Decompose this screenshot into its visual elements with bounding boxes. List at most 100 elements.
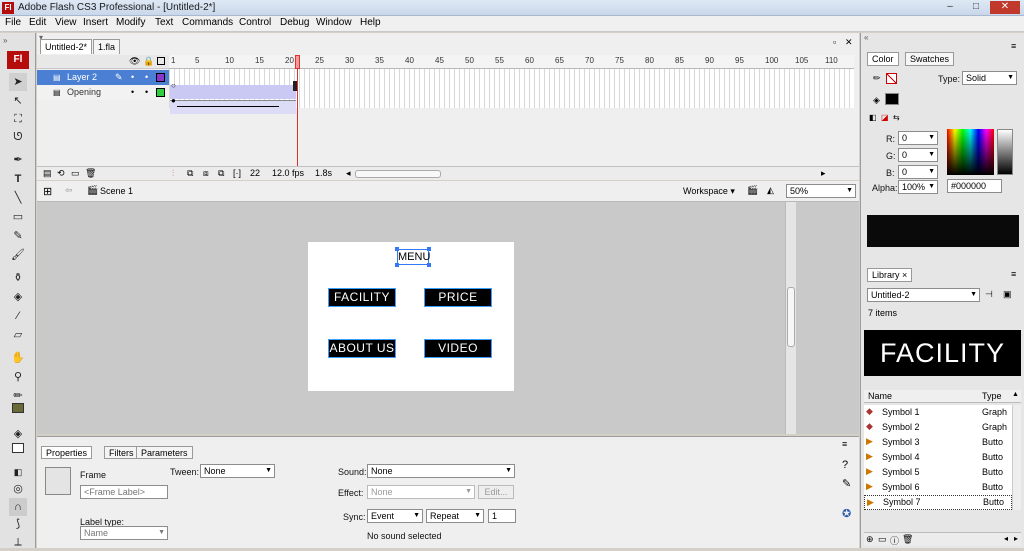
zoom-tool-icon[interactable]: ⚲	[9, 368, 27, 386]
about-us-button[interactable]: ABOUT US	[328, 339, 396, 358]
edit-scene-icon[interactable]: 🎬	[747, 185, 758, 196]
scroll-left-icon[interactable]: ◂	[1004, 534, 1008, 543]
menu-text[interactable]: Text	[155, 17, 173, 28]
subselection-tool-icon[interactable]: ↖	[9, 92, 27, 110]
brush-tool-icon[interactable]: 🖌	[9, 246, 27, 264]
menu-modify[interactable]: Modify	[116, 17, 145, 28]
stage-vertical-scrollbar[interactable]	[785, 202, 796, 434]
close-button[interactable]: ✕	[990, 1, 1020, 14]
eyedropper-tool-icon[interactable]: ⁄	[9, 307, 27, 325]
menu-file[interactable]: File	[5, 17, 21, 28]
layer-row-layer-2[interactable]: ▤ Layer 2 ✎ • •	[37, 70, 169, 85]
g-input[interactable]: 0 ▼	[898, 148, 938, 162]
stroke-color-icon[interactable]: ✏	[873, 73, 881, 84]
lasso-tool-icon[interactable]: ᘎ	[9, 128, 27, 146]
line-tool-icon[interactable]: ╲	[9, 189, 27, 207]
playhead[interactable]	[295, 55, 300, 69]
library-row-selected[interactable]: ▶ Symbol 7 Butto	[864, 495, 1012, 510]
black-white-icon[interactable]: ◧	[869, 113, 877, 122]
visibility-dot[interactable]: •	[131, 70, 134, 85]
eraser-tool-icon[interactable]: ▱	[9, 326, 27, 344]
menu-insert[interactable]: Insert	[83, 17, 108, 28]
swap-colors-icon[interactable]: ◧	[9, 463, 27, 481]
scroll-right-icon[interactable]: ▸	[821, 168, 826, 179]
r-input[interactable]: 0 ▼	[898, 131, 938, 145]
scroll-right-icon[interactable]: ▸	[1014, 534, 1018, 543]
opening-tween-span[interactable]	[170, 100, 296, 114]
tab-color[interactable]: Color	[867, 52, 899, 66]
new-library-panel-icon[interactable]: ▣	[1003, 289, 1012, 300]
pencil-tool-icon[interactable]: ✎	[9, 227, 27, 245]
visibility-dot[interactable]: •	[131, 85, 134, 100]
onion-skin-icon[interactable]: ⧉	[187, 168, 193, 179]
outline-icon[interactable]	[157, 57, 165, 65]
sync-select[interactable]: Event ▼	[367, 509, 423, 523]
restore-icon[interactable]: ▫	[833, 37, 836, 47]
layer-2-frame-span[interactable]	[170, 85, 296, 99]
pen-tool-icon[interactable]: ✒	[9, 151, 27, 169]
timeline-hscroll-thumb[interactable]	[355, 170, 441, 178]
selection-handle[interactable]	[395, 263, 399, 267]
tab-swatches[interactable]: Swatches	[905, 52, 955, 66]
timeline-toggle-icon[interactable]: ⊞	[43, 185, 52, 198]
help-icon[interactable]: ?	[842, 459, 848, 471]
color-type-select[interactable]: Solid ▼	[962, 71, 1017, 85]
insert-layer-icon[interactable]: ▤	[43, 168, 52, 179]
selection-handle[interactable]	[395, 247, 399, 251]
repeat-count-input[interactable]: 1	[488, 509, 516, 523]
layer-color-swatch[interactable]	[156, 73, 165, 82]
alpha-input[interactable]: 100% ▼	[898, 180, 938, 194]
ink-bottle-tool-icon[interactable]: ⚱	[9, 269, 27, 287]
library-row[interactable]: ◆ Symbol 1 Graph	[864, 405, 1012, 420]
tab-library[interactable]: Library ×	[867, 268, 913, 282]
library-row[interactable]: ▶ Symbol 4 Butto	[864, 450, 1012, 465]
properties-icon[interactable]: ⓘ	[890, 534, 899, 547]
maximize-button[interactable]: □	[964, 1, 988, 14]
edit-sound-button[interactable]: Edit...	[478, 485, 514, 499]
fill-color-swatch[interactable]	[12, 443, 24, 453]
onion-skin-outlines-icon[interactable]: ⧈	[203, 168, 209, 179]
fill-color-icon[interactable]: ◈	[873, 95, 880, 106]
stroke-none-swatch[interactable]	[886, 73, 897, 84]
scroll-thumb[interactable]	[787, 287, 795, 347]
add-motion-guide-icon[interactable]: ⟲	[57, 168, 65, 179]
close-tab-icon[interactable]: ×	[900, 270, 907, 280]
stroke-color-swatch[interactable]	[12, 403, 24, 413]
delete-layer-icon[interactable]: 🗑	[85, 168, 96, 179]
menu-title-graphic[interactable]: MENU	[397, 249, 430, 265]
center-frame-icon[interactable]: ⫶	[172, 168, 174, 179]
new-folder-icon[interactable]: ▭	[878, 534, 887, 545]
menu-view[interactable]: View	[55, 17, 77, 28]
type-column-header[interactable]: Type	[982, 391, 1002, 401]
stage-area[interactable]: MENU FACILITY PRICE ABOUT US VIDEO	[37, 202, 859, 434]
menu-commands[interactable]: Commands	[182, 17, 233, 28]
label-type-select[interactable]: Name ▼	[80, 526, 168, 540]
tab-filters[interactable]: Filters	[104, 446, 139, 459]
edit-multiple-frames-icon[interactable]: ⧉	[218, 168, 224, 179]
panel-options-icon[interactable]: ≡	[1011, 269, 1016, 279]
paint-bucket-tool-icon[interactable]: ◈	[9, 288, 27, 306]
library-row[interactable]: ▶ Symbol 6 Butto	[864, 480, 1012, 495]
lock-icon[interactable]: 🔒	[143, 56, 154, 67]
pin-library-icon[interactable]: ⊣	[985, 289, 993, 300]
layer-row-opening[interactable]: ▤ Opening • •	[37, 85, 169, 100]
panel-options-icon[interactable]: ≡	[1011, 41, 1016, 51]
edit-symbols-icon[interactable]: ◭	[767, 185, 774, 196]
text-tool-icon[interactable]: T	[9, 170, 27, 188]
fill-color-icon[interactable]: ◈	[9, 425, 27, 443]
free-transform-tool-icon[interactable]: ⛶	[9, 110, 27, 128]
layer-color-swatch[interactable]	[156, 88, 165, 97]
insert-folder-icon[interactable]: ▭	[71, 168, 80, 179]
minimize-button[interactable]: –	[938, 1, 962, 14]
menu-window[interactable]: Window	[316, 17, 352, 28]
rectangle-tool-icon[interactable]: ▭	[9, 208, 27, 226]
new-symbol-icon[interactable]: ⊕	[866, 534, 874, 545]
library-scrollbar[interactable]	[1012, 405, 1021, 510]
brightness-slider[interactable]	[997, 129, 1013, 175]
video-button[interactable]: VIDEO	[424, 339, 492, 358]
tab-1-fla[interactable]: 1.fla	[93, 39, 121, 54]
back-arrow-icon[interactable]: ⇦	[65, 185, 73, 196]
frame-ruler[interactable]: 1 5 10 15 20 25 30 35 40 45 50 55 60 65 70 75 80 85 90 95 10…	[169, 55, 854, 69]
stage[interactable]: MENU FACILITY PRICE ABOUT US VIDEO	[308, 242, 514, 391]
menu-control[interactable]: Control	[239, 17, 271, 28]
